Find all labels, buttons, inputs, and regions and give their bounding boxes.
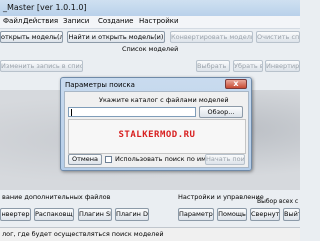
folder-path-input[interactable] bbox=[68, 107, 196, 117]
cancel-button[interactable]: Отмена bbox=[68, 154, 102, 165]
convert-models-button[interactable]: Конвертировать модель(ли) bbox=[170, 31, 253, 43]
invert-button[interactable]: Инвертировать bbox=[265, 60, 300, 72]
dialog-body: Укажите каталог с файлами моделей Обзор.… bbox=[64, 91, 249, 168]
find-open-models-button[interactable]: Найти и открыть модель(и) bbox=[67, 31, 165, 43]
window-title: _Master [ver 1.0.1.0] bbox=[3, 3, 87, 12]
menu-actions[interactable]: Действия bbox=[23, 17, 58, 25]
stalkermod-logo: STALKERMOD.RU bbox=[118, 130, 196, 140]
menu-records[interactable]: Записи bbox=[63, 17, 89, 25]
search-by-name-label: Использовать поиск по имени bbox=[115, 155, 219, 163]
select-all-button[interactable]: Выбрать всё bbox=[196, 60, 230, 72]
menu-create[interactable]: Создание bbox=[98, 17, 133, 25]
select-all-label: Выбор всех с bbox=[257, 198, 299, 205]
minimize-button[interactable]: Свернуть bbox=[250, 208, 280, 221]
exit-button[interactable]: Выйти bbox=[283, 208, 300, 221]
settings-label: Настройки и управление bbox=[178, 193, 264, 201]
menu-settings[interactable]: Настройки bbox=[139, 17, 179, 25]
models-list-label: Список моделей bbox=[122, 45, 179, 53]
status-bar: лог, где будет осуществляться поиск моде… bbox=[0, 227, 300, 241]
start-search-button[interactable]: Начать поиск bbox=[205, 154, 245, 165]
clear-list-button[interactable]: Очистить спис bbox=[256, 31, 300, 43]
search-parameters-dialog: Параметры поиска x Укажите каталог с фай… bbox=[60, 77, 252, 171]
change-record-button[interactable]: Изменить запись в списке bbox=[0, 60, 83, 72]
title-bar: _Master [ver 1.0.1.0] bbox=[0, 0, 300, 17]
converter-button[interactable]: нвертер bbox=[0, 208, 31, 221]
dds-plugin-button[interactable]: Плагин DDS bbox=[115, 208, 149, 221]
browse-button[interactable]: Обзор... bbox=[199, 106, 243, 118]
smd-plugin-button[interactable]: Плагин SMD bbox=[78, 208, 112, 221]
additional-files-label: вание дополнительных файлов bbox=[2, 193, 111, 201]
text-caret bbox=[71, 109, 72, 116]
menu-bar: Файл Действия Записи Создание Настройки bbox=[0, 16, 300, 29]
menu-file[interactable]: Файл bbox=[3, 17, 22, 25]
search-by-name-checkbox[interactable] bbox=[105, 156, 112, 163]
dialog-prompt: Укажите каталог с файлами моделей bbox=[99, 96, 229, 104]
dialog-title: Параметры поиска bbox=[65, 81, 135, 89]
remove-all-button[interactable]: Убрать всё bbox=[233, 60, 263, 72]
close-icon[interactable]: x bbox=[225, 79, 247, 89]
parameters-button[interactable]: Параметры bbox=[178, 208, 214, 221]
logo-panel: STALKERMOD.RU bbox=[68, 119, 246, 154]
help-button[interactable]: Помощь bbox=[217, 208, 247, 221]
open-models-button[interactable]: открыть модель(ли) bbox=[0, 31, 63, 43]
status-text: лог, где будет осуществляться поиск моде… bbox=[2, 230, 164, 238]
unpacker-button[interactable]: Распаковщик bbox=[34, 208, 74, 221]
